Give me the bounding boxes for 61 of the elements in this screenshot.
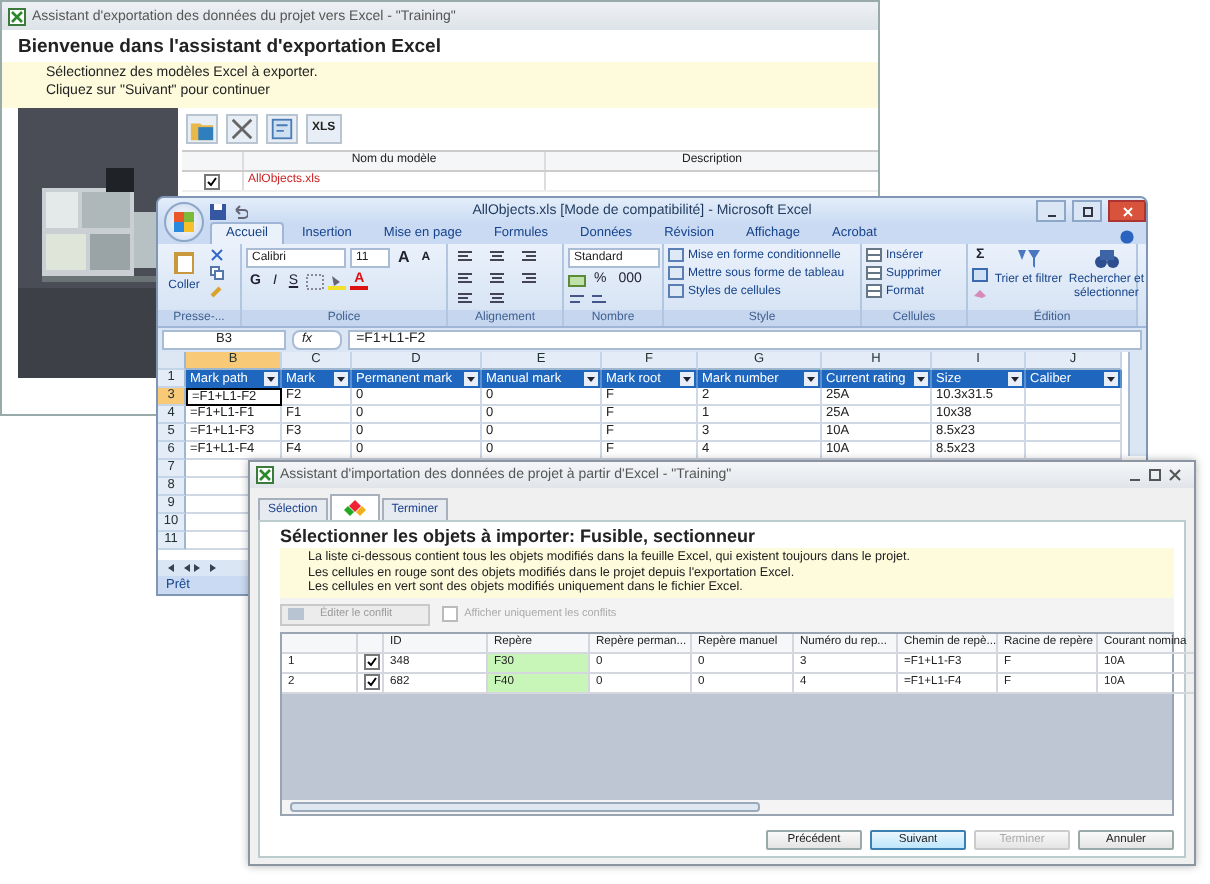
fill-color-icon[interactable] — [328, 273, 347, 289]
alignment-icon[interactable] — [488, 292, 506, 307]
spreadsheet-icon — [8, 7, 26, 25]
maximize-icon — [1081, 205, 1093, 217]
scrollbar[interactable] — [290, 801, 760, 811]
step-heading: Sélectionner les objets à importer: Fusible, sectionneur — [280, 526, 758, 548]
filter-dropdown-icon[interactable] — [334, 372, 348, 386]
table-cell — [1026, 406, 1122, 424]
alignment-icon[interactable] — [488, 271, 506, 286]
checkbox[interactable] — [204, 173, 220, 189]
scissors-icon[interactable] — [210, 248, 224, 262]
undo-icon[interactable] — [232, 203, 248, 219]
cells-icon — [866, 284, 882, 298]
filter-dropdown-icon[interactable] — [804, 372, 818, 386]
filter-dropdown-icon[interactable] — [584, 372, 598, 386]
fill-down-icon[interactable] — [972, 268, 989, 282]
folder-icon[interactable] — [186, 114, 218, 144]
close-icon — [1121, 205, 1133, 217]
sort-filter-icon — [1015, 248, 1042, 270]
close-button[interactable] — [1108, 200, 1146, 222]
paste-icon[interactable] — [170, 248, 198, 276]
currency-icon[interactable] — [568, 273, 586, 287]
colored-shapes-icon — [343, 500, 366, 516]
cells-icon — [866, 266, 882, 280]
binoculars-icon — [1093, 248, 1120, 270]
wizard-heading: Bienvenue dans l'assistant d'exportation Excel — [2, 30, 878, 62]
table-icon — [288, 608, 304, 620]
properties-icon[interactable] — [266, 114, 298, 144]
filter-dropdown-icon[interactable] — [264, 372, 278, 386]
scrollbar[interactable] — [1128, 352, 1146, 456]
table-cell — [1026, 424, 1122, 442]
grow-font-button[interactable]: A — [394, 250, 414, 266]
copy-icon[interactable] — [210, 266, 224, 280]
increase-decimal-icon[interactable] — [568, 292, 586, 306]
save-icon[interactable] — [210, 203, 226, 219]
alignment-icon[interactable] — [456, 271, 474, 286]
cells-icon — [866, 248, 882, 262]
checkbox[interactable] — [364, 654, 380, 670]
delete-icon[interactable] — [226, 114, 258, 144]
squares-icon — [172, 210, 196, 234]
wizard-tab[interactable] — [329, 494, 380, 520]
table-cell — [1026, 388, 1122, 406]
alignment-icon[interactable] — [456, 292, 474, 307]
borders-icon[interactable] — [306, 273, 325, 289]
filter-dropdown-icon[interactable] — [1008, 372, 1022, 386]
alignment-icon[interactable] — [488, 250, 506, 264]
checkbox[interactable] — [364, 674, 380, 690]
decrease-decimal-icon[interactable] — [590, 292, 608, 306]
alignment-icon[interactable] — [520, 271, 538, 286]
alignment-icon[interactable] — [456, 250, 474, 264]
close-button[interactable] — [1168, 468, 1182, 482]
help-icon[interactable] — [1120, 230, 1134, 244]
maximize-button[interactable] — [1072, 200, 1102, 222]
alignment-icon[interactable] — [520, 250, 538, 264]
minimize-button[interactable] — [1036, 200, 1066, 222]
filter-dropdown-icon[interactable] — [464, 372, 478, 386]
filter-dropdown-icon[interactable] — [680, 372, 694, 386]
spreadsheet-icon — [256, 466, 274, 484]
filter-dropdown-icon[interactable] — [914, 372, 928, 386]
maximize-button[interactable] — [1148, 468, 1162, 482]
filter-dropdown-icon[interactable] — [1104, 372, 1118, 386]
